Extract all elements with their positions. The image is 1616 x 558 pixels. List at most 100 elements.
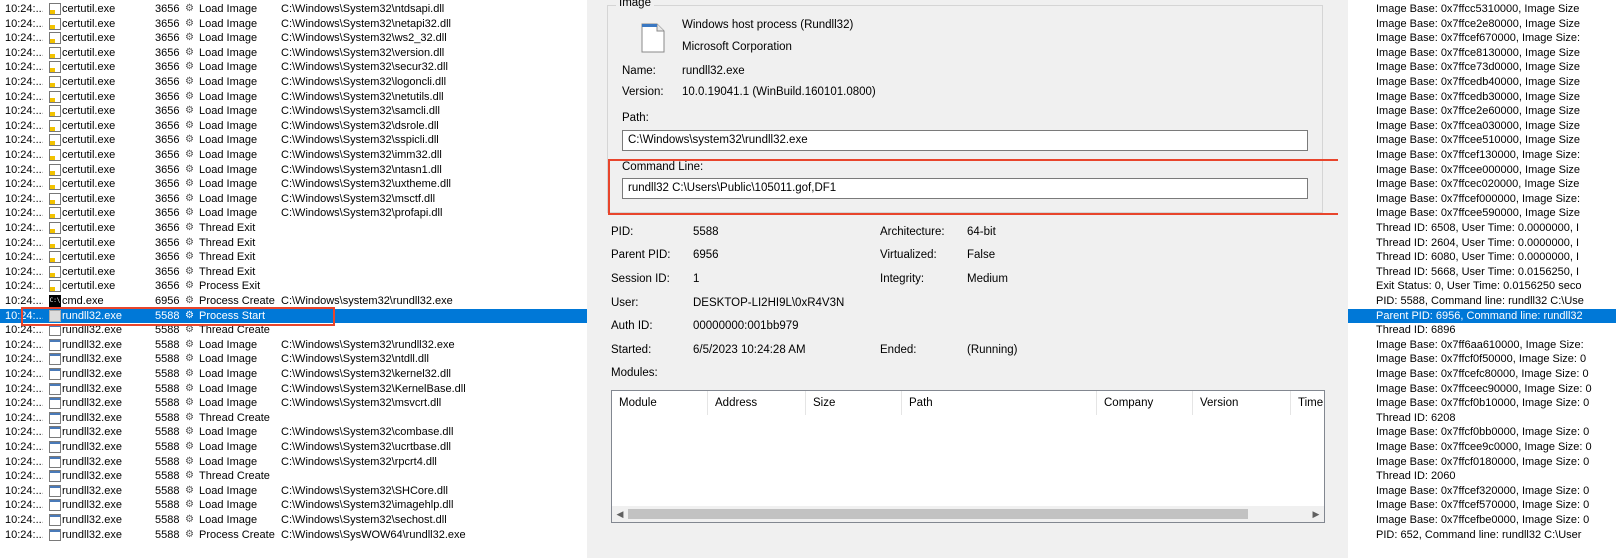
event-row[interactable]: 10:24:... certutil.exe 3656 ⚙ Load Image C:\W… xyxy=(0,46,587,61)
operation-gear-icon: ⚙ xyxy=(185,251,194,263)
rundll-icon xyxy=(49,411,61,424)
event-row[interactable]: 10:24:... certutil.exe 3656 ⚙ Load Image C:\W… xyxy=(0,104,587,119)
event-row[interactable]: 10:24:... rundll32.exe 5588 ⚙ Load Image C:\W… xyxy=(0,352,587,367)
operation-gear-icon: ⚙ xyxy=(185,149,194,160)
detail-row[interactable]: Image Base: 0x7ffcf0b10000, Image Size: … xyxy=(1348,396,1616,411)
scroll-right-icon[interactable]: ▶ xyxy=(1308,506,1324,522)
path-field[interactable]: C:\Windows\system32\rundll32.exe xyxy=(622,130,1308,151)
column-header-version[interactable]: Version xyxy=(1193,391,1291,415)
detail-row[interactable]: Image Base: 0x7ffcf0bb0000, Image Size: … xyxy=(1348,425,1616,440)
event-row[interactable]: 10:24:... certutil.exe 3656 ⚙ Load Image C:\W… xyxy=(0,90,587,105)
detail-row[interactable]: Image Base: 0x7ffce2e80000, Image Size xyxy=(1348,17,1616,32)
column-header-size[interactable]: Size xyxy=(806,391,902,415)
detail-row[interactable]: Image Base: 0x7ffcef000000, Image Size: xyxy=(1348,192,1616,207)
detail-row[interactable]: Image Base: 0x7ffcef670000, Image Size: xyxy=(1348,31,1616,46)
event-row[interactable]: 10:24:... rundll32.exe 5588 ⚙ Load Image C:\W… xyxy=(0,338,587,353)
event-row[interactable]: 10:24:... rundll32.exe 5588 ⚙ Load Image C:\W… xyxy=(0,498,587,513)
detail-row[interactable]: Image Base: 0x7ff6aa610000, Image Size: xyxy=(1348,338,1616,353)
detail-row[interactable]: Image Base: 0x7ffcee000000, Image Size xyxy=(1348,163,1616,178)
detail-row[interactable]: Image Base: 0x7ffcea030000, Image Size xyxy=(1348,119,1616,134)
detail-row[interactable]: Image Base: 0x7ffcefbe0000, Image Size: … xyxy=(1348,513,1616,528)
event-row[interactable]: 10:24:... certutil.exe 3656 ⚙ Load Image C:\W… xyxy=(0,206,587,221)
event-row[interactable]: 10:24:... certutil.exe 3656 ⚙ Load Image C:\W… xyxy=(0,192,587,207)
column-header-address[interactable]: Address xyxy=(708,391,806,415)
event-row[interactable]: 10:24:... certutil.exe 3656 ⚙ Process Exit xyxy=(0,279,587,294)
event-row[interactable]: 10:24:... rundll32.exe 5588 ⚙ Load Image C:\W… xyxy=(0,396,587,411)
rundll-icon xyxy=(49,470,61,483)
detail-row[interactable]: Image Base: 0x7ffcef130000, Image Size: xyxy=(1348,148,1616,163)
detail-row[interactable]: Exit Status: 0, User Time: 0.0156250 sec… xyxy=(1348,279,1616,294)
column-header-module[interactable]: Module xyxy=(612,391,708,415)
detail-row[interactable]: Image Base: 0x7ffcee9c0000, Image Size: … xyxy=(1348,440,1616,455)
event-row[interactable]: 10:24:... rundll32.exe 5588 ⚙ Load Image C:\W… xyxy=(0,425,587,440)
event-row[interactable]: 10:24:... certutil.exe 3656 ⚙ Load Image C:\W… xyxy=(0,31,587,46)
event-row[interactable]: 10:24:... rundll32.exe 5588 ⚙ Load Image C:\W… xyxy=(0,484,587,499)
event-row[interactable]: 10:24:... certutil.exe 3656 ⚙ Load Image C:\W… xyxy=(0,163,587,178)
scrollbar-thumb[interactable] xyxy=(628,509,1248,519)
event-operation: Load Image xyxy=(199,514,258,526)
detail-row[interactable]: Image Base: 0x7ffce2e60000, Image Size xyxy=(1348,104,1616,119)
event-row[interactable]: 10:24:... certutil.exe 3656 ⚙ Load Image C:\W… xyxy=(0,133,587,148)
column-header-path[interactable]: Path xyxy=(902,391,1097,415)
event-row[interactable]: 10:24:... rundll32.exe 5588 ⚙ Load Image C:\W… xyxy=(0,367,587,382)
detail-row[interactable]: Image Base: 0x7ffcefc80000, Image Size: … xyxy=(1348,367,1616,382)
event-path: C:\Windows\System32\sspicli.dll xyxy=(281,134,439,147)
event-row[interactable]: 10:24:... certutil.exe 3656 ⚙ Load Image C:\W… xyxy=(0,177,587,192)
event-row[interactable]: 10:24:... certutil.exe 3656 ⚙ Load Image C:\W… xyxy=(0,75,587,90)
event-row[interactable]: 10:24:... certutil.exe 3656 ⚙ Thread Exit xyxy=(0,250,587,265)
splitter-right[interactable] xyxy=(1338,0,1348,558)
event-row[interactable]: 10:24:... rundll32.exe 5588 ⚙ Thread Create xyxy=(0,469,587,484)
detail-row[interactable]: Thread ID: 6208 xyxy=(1348,411,1616,426)
file-icon xyxy=(641,23,665,53)
detail-row[interactable]: Thread ID: 5668, User Time: 0.0156250, I xyxy=(1348,265,1616,280)
detail-row[interactable]: Image Base: 0x7ffcedb30000, Image Size xyxy=(1348,90,1616,105)
detail-row[interactable]: Image Base: 0x7ffcedb40000, Image Size xyxy=(1348,75,1616,90)
event-row[interactable]: 10:24:... certutil.exe 3656 ⚙ Load Image C:\W… xyxy=(0,119,587,134)
operation-gear-icon: ⚙ xyxy=(185,17,194,29)
detail-row[interactable]: Image Base: 0x7ffcef320000, Image Size: … xyxy=(1348,484,1616,499)
detail-row[interactable]: Image Base: 0x7ffcef570000, Image Size: … xyxy=(1348,498,1616,513)
event-pid: 5588 xyxy=(155,382,180,395)
modules-list[interactable]: Module Address Size Path Company Version… xyxy=(611,390,1325,523)
detail-row[interactable]: Image Base: 0x7ffcf0f50000, Image Size: … xyxy=(1348,352,1616,367)
splitter-left[interactable] xyxy=(587,0,597,558)
detail-row[interactable]: Image Base: 0x7ffcec020000, Image Size xyxy=(1348,177,1616,192)
detail-row[interactable]: Image Base: 0x7ffce8130000, Image Size xyxy=(1348,46,1616,61)
column-header-company[interactable]: Company xyxy=(1097,391,1193,415)
scroll-left-icon[interactable]: ◀ xyxy=(612,506,628,522)
detail-row[interactable]: Image Base: 0x7ffceec90000, Image Size: … xyxy=(1348,382,1616,397)
detail-row[interactable]: Thread ID: 2060 xyxy=(1348,469,1616,484)
event-row[interactable]: 10:24:... rundll32.exe 5588 ⚙ Load Image C:\W… xyxy=(0,455,587,470)
detail-row[interactable]: Image Base: 0x7ffcc5310000, Image Size xyxy=(1348,2,1616,17)
detail-row[interactable]: Thread ID: 6508, User Time: 0.0000000, I xyxy=(1348,221,1616,236)
rundll-icon xyxy=(49,514,61,526)
detail-row[interactable]: PID: 652, Command line: rundll32 C:\User xyxy=(1348,528,1616,543)
detail-row[interactable]: Image Base: 0x7ffce73d0000, Image Size xyxy=(1348,60,1616,75)
event-row[interactable]: 10:24:... certutil.exe 3656 ⚙ Thread Exit xyxy=(0,265,587,280)
event-row[interactable]: 10:24:... rundll32.exe 5588 ⚙ Load Image C:\W… xyxy=(0,513,587,528)
event-row[interactable]: 10:24:... certutil.exe 3656 ⚙ Load Image C:\W… xyxy=(0,148,587,163)
detail-row[interactable]: Image Base: 0x7ffcee510000, Image Size xyxy=(1348,133,1616,148)
event-row[interactable]: 10:24:... rundll32.exe 5588 ⚙ Load Image C:\W… xyxy=(0,440,587,455)
event-row[interactable]: 10:24:... certutil.exe 3656 ⚙ Load Image C:\W… xyxy=(0,60,587,75)
event-row[interactable]: 10:24:... rundll32.exe 5588 ⚙ Process Create… xyxy=(0,528,587,543)
event-row[interactable]: 10:24:... rundll32.exe 5588 ⚙ Load Image C:\W… xyxy=(0,382,587,397)
event-row[interactable]: 10:24:... certutil.exe 3656 ⚙ Thread Exit xyxy=(0,236,587,251)
detail-row[interactable]: Image Base: 0x7ffcf0180000, Image Size: … xyxy=(1348,455,1616,470)
detail-row[interactable]: Image Base: 0x7ffcee590000, Image Size xyxy=(1348,206,1616,221)
event-list[interactable]: 10:24:... certutil.exe 3656 ⚙ Load Image C:\W… xyxy=(0,0,587,558)
event-row[interactable]: 10:24:... certutil.exe 3656 ⚙ Load Image C:\W… xyxy=(0,2,587,17)
event-row[interactable]: 10:24:... rundll32.exe 5588 ⚙ Thread Create xyxy=(0,411,587,426)
event-operation: Thread Exit xyxy=(199,265,256,278)
detail-column[interactable]: Image Base: 0x7ffcc5310000, Image Size Im… xyxy=(1348,0,1616,558)
detail-row[interactable]: PID: 5588, Command line: rundll32 C:\Use xyxy=(1348,294,1616,309)
detail-row[interactable]: Parent PID: 6956, Command line: rundll32 xyxy=(1348,308,1616,324)
horizontal-scrollbar[interactable]: ◀ ▶ xyxy=(612,506,1324,522)
detail-row[interactable]: Thread ID: 2604, User Time: 0.0000000, I xyxy=(1348,236,1616,251)
detail-row[interactable]: Thread ID: 6896 xyxy=(1348,323,1616,338)
column-header-time[interactable]: Time xyxy=(1291,391,1324,415)
event-row[interactable]: 10:24:... certutil.exe 3656 ⚙ Thread Exit xyxy=(0,221,587,236)
event-row[interactable]: 10:24:... certutil.exe 3656 ⚙ Load Image C:\W… xyxy=(0,17,587,32)
event-process-name: rundll32.exe xyxy=(62,368,122,380)
detail-row[interactable]: Thread ID: 6080, User Time: 0.0000000, I xyxy=(1348,250,1616,265)
